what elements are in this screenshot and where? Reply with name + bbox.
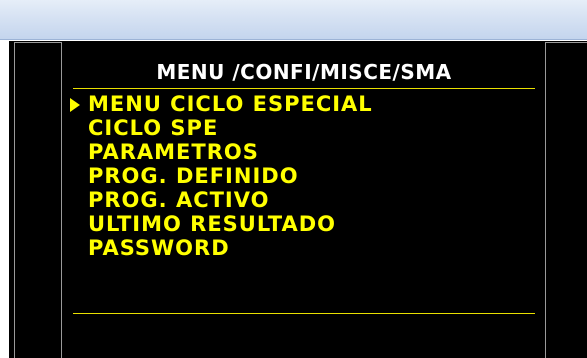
menu-item-ultimo-resultado[interactable]: ULTIMO RESULTADO bbox=[70, 212, 373, 236]
selection-cursor-icon bbox=[70, 98, 80, 112]
menu-item-label: PROG. ACTIVO bbox=[88, 188, 270, 212]
left-softkey-panel bbox=[14, 42, 62, 358]
menu-item-label: PARAMETROS bbox=[88, 140, 259, 164]
menu-item-ciclo-spe[interactable]: CICLO SPE bbox=[70, 116, 373, 140]
menu-item-label: CICLO SPE bbox=[88, 116, 219, 140]
header-divider bbox=[73, 88, 535, 89]
menu-item-label: ULTIMO RESULTADO bbox=[88, 212, 336, 236]
menu-list: MENU CICLO ESPECIAL CICLO SPE PARAMETROS… bbox=[70, 92, 373, 260]
menu-item-ciclo-especial[interactable]: MENU CICLO ESPECIAL bbox=[70, 92, 373, 116]
footer-divider bbox=[73, 313, 535, 314]
menu-item-label: PASSWORD bbox=[88, 236, 230, 260]
right-softkey-panel bbox=[545, 42, 587, 358]
app-window: MENU /CONFI/MISCE/SMA MENU CICLO ESPECIA… bbox=[0, 0, 587, 358]
window-titlebar[interactable] bbox=[0, 0, 587, 40]
menu-item-label: PROG. DEFINIDO bbox=[88, 164, 299, 188]
menu-path-title: MENU /CONFI/MISCE/SMA bbox=[156, 60, 452, 84]
menu-item-prog-definido[interactable]: PROG. DEFINIDO bbox=[70, 164, 373, 188]
menu-item-prog-activo[interactable]: PROG. ACTIVO bbox=[70, 188, 373, 212]
menu-item-parametros[interactable]: PARAMETROS bbox=[70, 140, 373, 164]
menu-item-password[interactable]: PASSWORD bbox=[70, 236, 373, 260]
menu-item-label: MENU CICLO ESPECIAL bbox=[88, 92, 373, 116]
